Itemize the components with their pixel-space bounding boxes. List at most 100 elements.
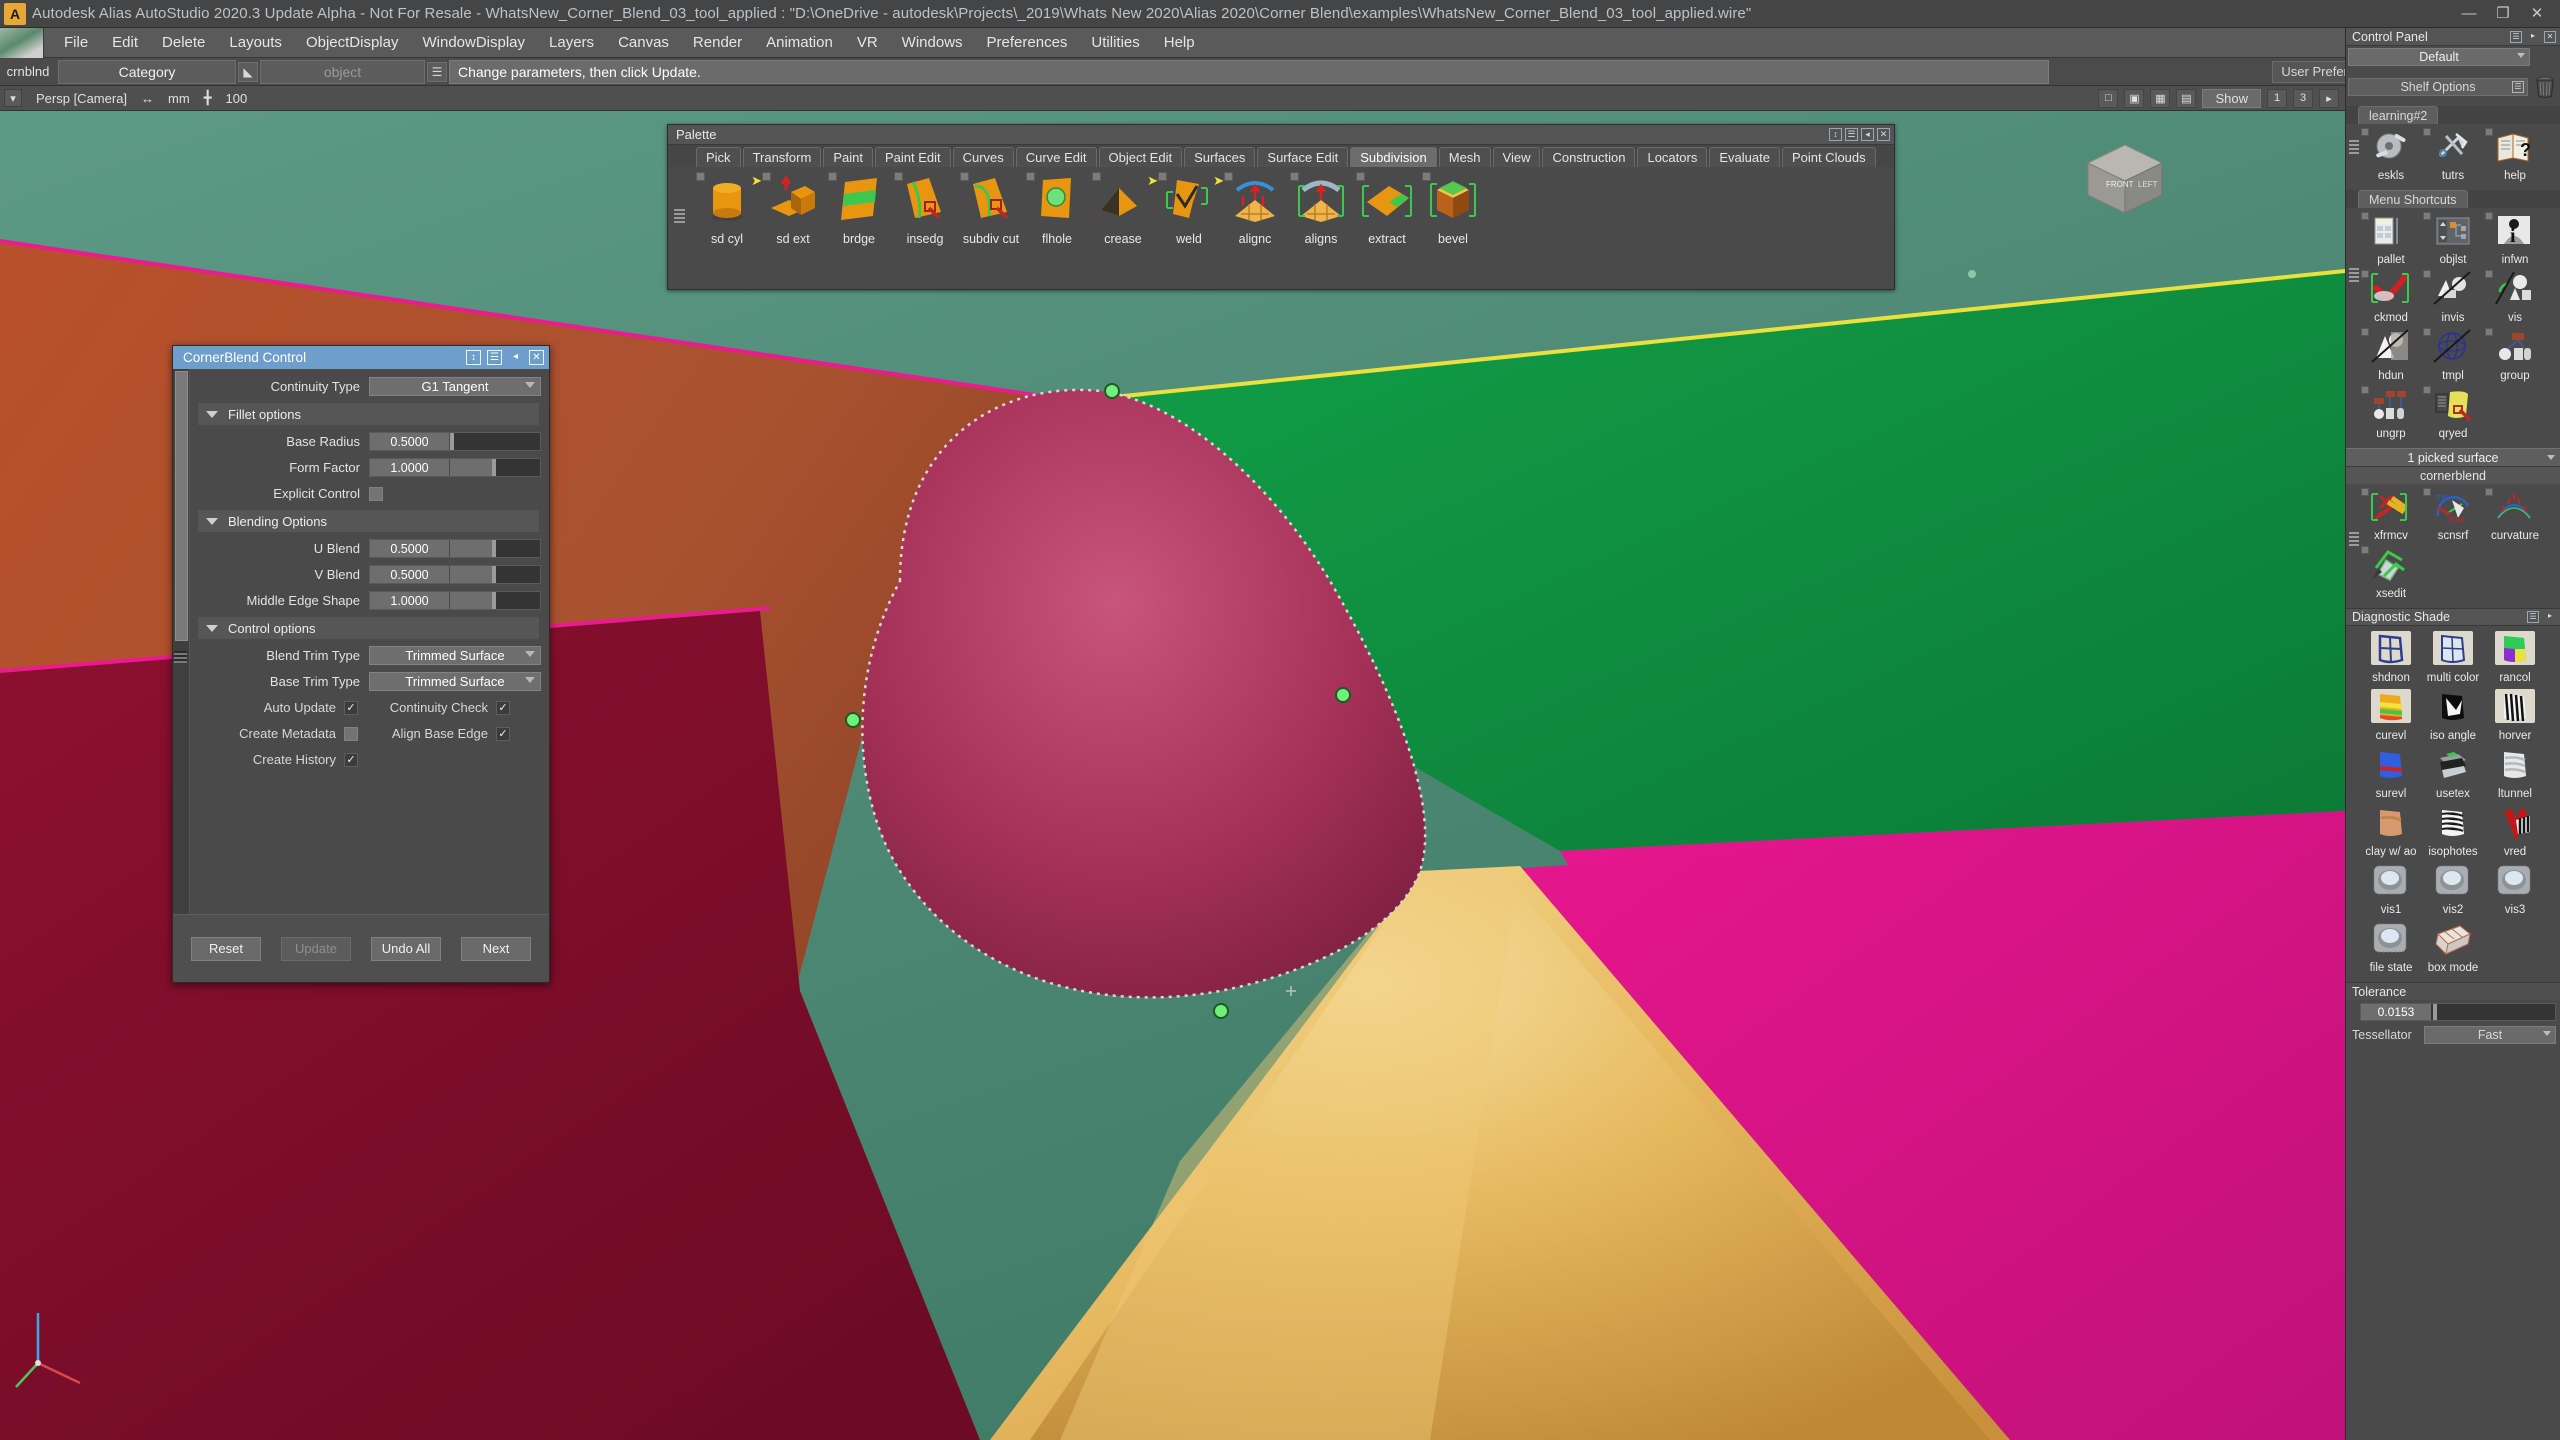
palette-close-icon[interactable]: ✕ (1877, 128, 1890, 141)
menu-vr[interactable]: VR (845, 32, 890, 53)
tool-option-badge-icon[interactable] (828, 172, 837, 181)
cell-option-badge-icon[interactable] (2485, 212, 2493, 220)
form-factor-track[interactable] (450, 459, 540, 476)
minimize-button[interactable]: — (2460, 5, 2478, 23)
shading-cell-multi-color[interactable]: multi color (2422, 630, 2484, 684)
tool-option-badge-icon[interactable] (1290, 172, 1299, 181)
list-icon[interactable]: ☰ (427, 62, 447, 82)
cell-option-badge-icon[interactable] (2361, 488, 2369, 496)
palette-tab-point-clouds[interactable]: Point Clouds (1782, 147, 1876, 167)
fillet-options-section[interactable]: Fillet options (198, 403, 539, 425)
cell-option-badge-icon[interactable] (2485, 128, 2493, 136)
cell-option-badge-icon[interactable] (2361, 128, 2369, 136)
shading-cell-ltunnel[interactable]: ltunnel (2484, 746, 2546, 800)
shading-cell-rancol[interactable]: rancol (2484, 630, 2546, 684)
shading-cell-isophotes[interactable]: isophotes (2422, 804, 2484, 858)
picked-surface-bar[interactable]: 1 picked surface (2346, 448, 2560, 467)
menu-canvas[interactable]: Canvas (606, 32, 681, 53)
shading-cell-clay-w-ao[interactable]: clay w/ ao (2360, 804, 2422, 858)
shelf-cell-help[interactable]: ?help (2484, 128, 2546, 182)
tool-option-badge-icon[interactable] (1422, 172, 1431, 181)
palette-tool-extract[interactable]: extract (1354, 172, 1420, 289)
tolerance-slider[interactable]: 0.0153 (2360, 1003, 2556, 1021)
palette-tab-mesh[interactable]: Mesh (1439, 147, 1491, 167)
middle-edge-shape-slider[interactable]: 1.0000 (369, 591, 541, 610)
palette-tab-view[interactable]: View (1493, 147, 1541, 167)
cornerblend-title-bar[interactable]: CornerBlend Control ↕ ☰ ◂ ✕ (173, 346, 549, 369)
palette-tool-subdiv-cut[interactable]: subdiv cut (958, 172, 1024, 289)
v-blend-value[interactable]: 0.5000 (370, 566, 450, 583)
view-cube-gizmo[interactable]: FRONT LEFT (2080, 141, 2170, 219)
cell-option-badge-icon[interactable] (2423, 328, 2431, 336)
align-base-edge-checkbox[interactable]: ✓ (496, 727, 510, 741)
cell-option-badge-icon[interactable] (2361, 328, 2369, 336)
tool-option-badge-icon[interactable] (1092, 172, 1101, 181)
shortcut-cell-hdun[interactable]: hdun (2360, 328, 2422, 382)
palette-tab-paint[interactable]: Paint (823, 147, 873, 167)
cell-option-badge-icon[interactable] (2361, 270, 2369, 278)
ds-expand-icon[interactable]: ▸ (2544, 611, 2556, 623)
middle-edge-shape-knob[interactable] (492, 592, 496, 609)
shortcut-cell-infwn[interactable]: iinfwn (2484, 212, 2546, 266)
shortcut-cell-pallet[interactable]: pallet (2360, 212, 2422, 266)
menu-animation[interactable]: Animation (754, 32, 845, 53)
tool-option-badge-icon[interactable] (960, 172, 969, 181)
close-button[interactable]: ✕ (2528, 5, 2546, 23)
palette-tab-subdivision[interactable]: Subdivision (1350, 147, 1437, 167)
form-factor-slider[interactable]: 1.0000 (369, 458, 541, 477)
palette-tool-weld[interactable]: ➤weld (1156, 172, 1222, 289)
viewport-tool-3-icon[interactable]: ▦ (2150, 89, 2170, 108)
tool-option-badge-icon[interactable] (1224, 172, 1233, 181)
tool-option-badge-icon[interactable] (894, 172, 903, 181)
base-radius-value[interactable]: 0.5000 (370, 433, 450, 450)
menu-objectdisplay[interactable]: ObjectDisplay (294, 32, 411, 53)
palette-tab-object-edit[interactable]: Object Edit (1099, 147, 1183, 167)
ds-menu-icon[interactable]: ☰ (2527, 611, 2539, 623)
viewport-tool-2-icon[interactable]: ▣ (2124, 89, 2144, 108)
palette-tool-crease[interactable]: ➤crease (1090, 172, 1156, 289)
menu-edit[interactable]: Edit (100, 32, 150, 53)
cell-option-badge-icon[interactable] (2361, 546, 2369, 554)
shading-cell-horver[interactable]: horver (2484, 688, 2546, 742)
shortcut-cell-group[interactable]: group (2484, 328, 2546, 382)
viewport-tool-1-icon[interactable]: □ (2098, 89, 2118, 108)
cell-option-badge-icon[interactable] (2423, 270, 2431, 278)
tool-option-badge-icon[interactable] (762, 172, 771, 181)
shading-cell-vred[interactable]: vred (2484, 804, 2546, 858)
cp-expand-icon[interactable]: ▸ (2527, 31, 2539, 43)
shelf-cell-xsedit[interactable]: xsedit (2360, 546, 2422, 600)
menu-windows[interactable]: Windows (890, 32, 975, 53)
form-factor-knob[interactable] (492, 459, 496, 476)
shortcut-cell-tmpl[interactable]: tmpl (2422, 328, 2484, 382)
cell-option-badge-icon[interactable] (2423, 488, 2431, 496)
palette-collapse-icon[interactable]: ◂ (1861, 128, 1874, 141)
shelf-cell-eskls[interactable]: eskls (2360, 128, 2422, 182)
tool-option-badge-icon[interactable] (1026, 172, 1035, 181)
create-history-checkbox[interactable]: ✓ (344, 753, 358, 767)
surface-tools-grip[interactable] (2349, 532, 2359, 546)
reset-button[interactable]: Reset (191, 937, 261, 961)
layer-count-b[interactable]: 3 (2293, 89, 2313, 108)
palette-tool-sd-cyl[interactable]: ➤sd cyl (694, 172, 760, 289)
pick-cursor-icon[interactable]: ◣ (238, 62, 258, 82)
undo-all-button[interactable]: Undo All (371, 937, 441, 961)
menu-utilities[interactable]: Utilities (1079, 32, 1151, 53)
tolerance-value[interactable]: 0.0153 (2361, 1004, 2431, 1020)
palette-tab-curves[interactable]: Curves (953, 147, 1014, 167)
explicit-control-checkbox[interactable] (369, 487, 383, 501)
shading-cell-file-state[interactable]: file state (2360, 920, 2422, 974)
shelf-tab-learning2[interactable]: learning#2 (2358, 106, 2438, 124)
viewport-tool-4-icon[interactable]: ▤ (2176, 89, 2196, 108)
u-blend-slider[interactable]: 0.5000 (369, 539, 541, 558)
tool-option-badge-icon[interactable] (1158, 172, 1167, 181)
palette-tab-pick[interactable]: Pick (696, 147, 741, 167)
blend-trim-type-dropdown[interactable]: Trimmed Surface (369, 646, 541, 665)
shading-cell-curevl[interactable]: curevl (2360, 688, 2422, 742)
shading-cell-usetex[interactable]: usetex (2422, 746, 2484, 800)
scrollbar-grip[interactable] (174, 651, 187, 663)
palette-tool-bevel[interactable]: bevel (1420, 172, 1486, 289)
palette-tab-surface-edit[interactable]: Surface Edit (1257, 147, 1348, 167)
palette-tab-surfaces[interactable]: Surfaces (1184, 147, 1255, 167)
cornerblend-scrollbar[interactable] (173, 369, 190, 914)
shelf-cell-curvature[interactable]: curvature (2484, 488, 2546, 542)
